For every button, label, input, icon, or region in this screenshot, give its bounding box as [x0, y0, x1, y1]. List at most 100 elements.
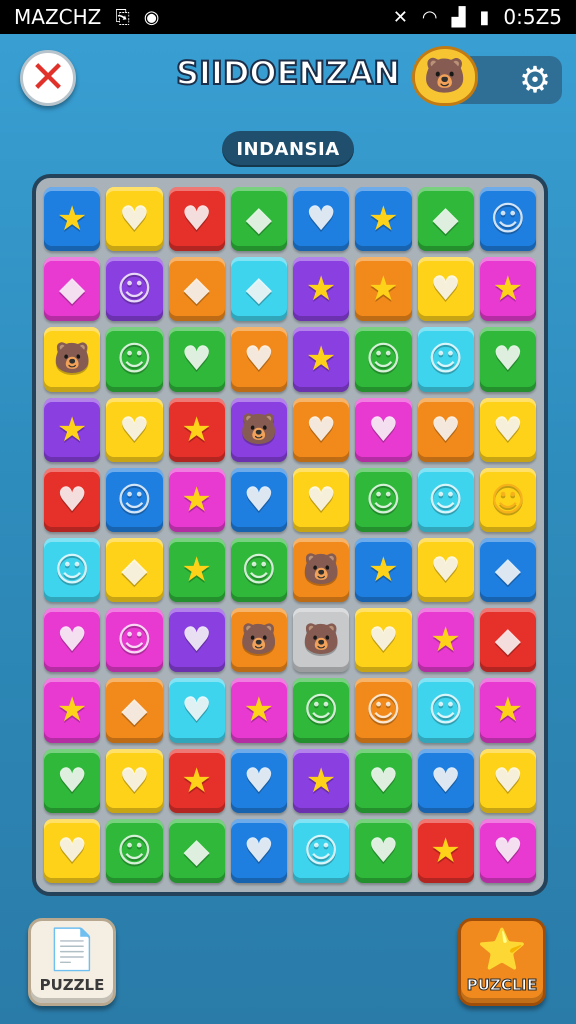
tile-orange-star[interactable]: ★: [355, 257, 412, 322]
tile-yellow-bear[interactable]: 🐻: [44, 327, 101, 392]
tile-blue-star[interactable]: ★: [355, 537, 412, 603]
tile-red-heart[interactable]: ♥: [44, 467, 101, 532]
tile-magenta-heart[interactable]: ♥: [355, 397, 412, 462]
tile-green-diamond[interactable]: ◆: [230, 187, 287, 252]
tile-green-star[interactable]: ★: [168, 537, 225, 603]
tile-yellow-heart[interactable]: ♥: [106, 397, 163, 462]
face-icon: ☺: [116, 620, 153, 661]
tile-blue-diamond[interactable]: ◆: [479, 537, 536, 603]
tile-yellow-face[interactable]: ☺: [479, 467, 536, 532]
close-x-icon: ✕: [29, 52, 67, 103]
tile-blue-heart[interactable]: ♥: [230, 467, 287, 532]
heart-icon: ♥: [243, 760, 275, 801]
tile-orange-heart[interactable]: ♥: [293, 397, 350, 462]
tile-yellow-heart[interactable]: ♥: [44, 818, 101, 883]
tile-yellow-heart[interactable]: ♥: [355, 608, 412, 673]
tile-blue-face[interactable]: ☺: [479, 187, 536, 252]
tile-magenta-star[interactable]: ★: [168, 467, 225, 532]
tile-blue-face[interactable]: ☺: [106, 467, 163, 532]
star-icon: ★: [181, 479, 212, 520]
tile-blue-star[interactable]: ★: [44, 187, 101, 252]
location-icon: ◉: [143, 6, 160, 28]
puzzle-button[interactable]: 📄 PUZZLE: [28, 918, 116, 1006]
mute-icon: ✕: [392, 6, 408, 28]
heart-icon: ♥: [305, 479, 337, 520]
tile-purple-face[interactable]: ☺: [106, 257, 163, 322]
tile-red-star[interactable]: ★: [417, 818, 474, 883]
tile-red-diamond[interactable]: ◆: [479, 608, 536, 673]
tile-yellow-heart[interactable]: ♥: [106, 187, 163, 252]
heart-icon: ♥: [181, 620, 212, 661]
tile-red-heart[interactable]: ♥: [168, 187, 225, 252]
settings-button[interactable]: ⚙: [508, 56, 562, 104]
tile-orange-bear[interactable]: 🐻: [230, 608, 287, 673]
tile-cyan-diamond[interactable]: ◆: [230, 257, 287, 322]
tile-orange-bear[interactable]: 🐻: [293, 537, 350, 603]
tile-green-diamond[interactable]: ◆: [168, 818, 225, 883]
tile-yellow-diamond[interactable]: ◆: [106, 537, 163, 603]
tile-orange-diamond[interactable]: ◆: [168, 257, 225, 322]
tile-cyan-face[interactable]: ☺: [417, 678, 474, 743]
tile-cyan-face[interactable]: ☺: [417, 327, 474, 392]
tile-magenta-face[interactable]: ☺: [106, 608, 163, 673]
tile-orange-heart[interactable]: ♥: [230, 327, 287, 392]
tile-green-face[interactable]: ☺: [106, 818, 163, 883]
face-icon: ☺: [365, 690, 402, 731]
tile-purple-star[interactable]: ★: [293, 257, 350, 322]
tile-green-diamond[interactable]: ◆: [417, 187, 474, 252]
star-icon: ★: [305, 269, 337, 310]
tile-magenta-heart[interactable]: ♥: [479, 818, 536, 883]
tile-purple-star[interactable]: ★: [44, 397, 101, 462]
tile-magenta-heart[interactable]: ♥: [44, 608, 101, 673]
tile-green-face[interactable]: ☺: [355, 467, 412, 532]
tile-green-face[interactable]: ☺: [106, 327, 163, 392]
puzclie-button[interactable]: ⭐ PUZCLIE: [458, 918, 546, 1006]
tile-red-star[interactable]: ★: [168, 748, 225, 813]
heart-icon: ♥: [492, 339, 524, 380]
tile-green-heart[interactable]: ♥: [168, 327, 225, 392]
tile-yellow-heart[interactable]: ♥: [106, 748, 163, 813]
tile-blue-heart[interactable]: ♥: [293, 187, 350, 252]
tile-purple-bear[interactable]: 🐻: [230, 397, 287, 462]
tile-orange-diamond[interactable]: ◆: [106, 678, 163, 743]
heart-icon: ♥: [368, 830, 399, 871]
tile-blue-star[interactable]: ★: [355, 187, 412, 252]
tile-purple-star[interactable]: ★: [293, 327, 350, 392]
tile-magenta-star[interactable]: ★: [479, 257, 536, 322]
tile-yellow-heart[interactable]: ♥: [417, 537, 474, 603]
tile-blue-heart[interactable]: ♥: [230, 818, 287, 883]
tile-orange-face[interactable]: ☺: [355, 678, 412, 743]
tile-orange-heart[interactable]: ♥: [417, 397, 474, 462]
tile-cyan-face[interactable]: ☺: [293, 818, 350, 883]
tile-magenta-diamond[interactable]: ◆: [44, 257, 101, 322]
tile-yellow-heart[interactable]: ♥: [479, 748, 536, 813]
tile-blue-heart[interactable]: ♥: [417, 748, 474, 813]
tile-green-heart[interactable]: ♥: [355, 748, 412, 813]
heart-icon: ♥: [56, 479, 88, 520]
tile-magenta-star[interactable]: ★: [44, 678, 101, 743]
tile-yellow-heart[interactable]: ♥: [417, 257, 474, 322]
tile-purple-star[interactable]: ★: [293, 748, 350, 813]
tile-yellow-heart[interactable]: ♥: [293, 467, 350, 532]
tile-cyan-face[interactable]: ☺: [44, 537, 101, 603]
tile-green-heart[interactable]: ♥: [479, 327, 536, 392]
tile-green-heart[interactable]: ♥: [355, 818, 412, 883]
tile-magenta-star[interactable]: ★: [230, 678, 287, 743]
bear-icon: 🐻: [240, 411, 278, 447]
tile-magenta-star[interactable]: ★: [479, 678, 536, 743]
tile-gray-bear[interactable]: 🐻: [293, 608, 350, 673]
tile-magenta-star[interactable]: ★: [417, 608, 474, 673]
tile-green-face[interactable]: ☺: [355, 327, 412, 392]
tile-green-face[interactable]: ☺: [230, 537, 287, 603]
heart-icon: ♥: [243, 479, 275, 520]
heart-icon: ♥: [119, 409, 150, 450]
tile-purple-heart[interactable]: ♥: [168, 608, 225, 673]
tile-green-face[interactable]: ☺: [293, 678, 350, 743]
close-button[interactable]: ✕: [20, 50, 76, 106]
tile-cyan-heart[interactable]: ♥: [168, 678, 225, 743]
tile-yellow-heart[interactable]: ♥: [479, 397, 536, 462]
tile-cyan-face[interactable]: ☺: [417, 467, 474, 532]
tile-red-star[interactable]: ★: [168, 397, 225, 462]
tile-blue-heart[interactable]: ♥: [230, 748, 287, 813]
tile-green-heart[interactable]: ♥: [44, 748, 101, 813]
